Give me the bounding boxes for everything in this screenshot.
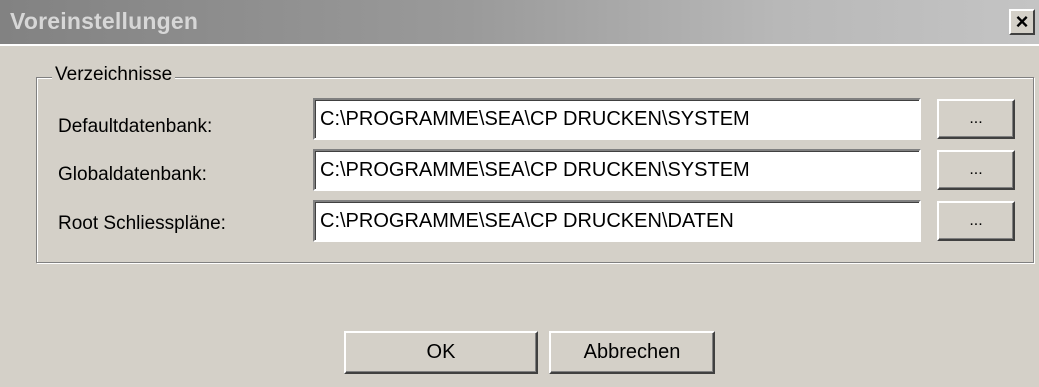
root-lockplans-label: Root Schliesspläne: bbox=[58, 213, 226, 234]
global-database-browse-button[interactable]: ... bbox=[937, 150, 1015, 190]
default-database-browse-button[interactable]: ... bbox=[937, 99, 1015, 139]
global-database-label: Globaldatenbank: bbox=[58, 164, 207, 185]
default-database-label: Defaultdatenbank: bbox=[58, 116, 213, 137]
title-separator bbox=[0, 44, 1039, 46]
close-icon: × bbox=[1015, 9, 1029, 34]
window-title: Voreinstellungen bbox=[10, 8, 199, 34]
title-bar[interactable]: Voreinstellungen × bbox=[0, 0, 1039, 44]
close-button[interactable]: × bbox=[1009, 9, 1035, 35]
root-lockplans-field[interactable]: C:\PROGRAMME\SEA\CP DRUCKEN\DATEN bbox=[313, 200, 921, 242]
default-database-field[interactable]: C:\PROGRAMME\SEA\CP DRUCKEN\SYSTEM bbox=[313, 98, 921, 140]
ok-button[interactable]: OK bbox=[344, 331, 538, 374]
cancel-button[interactable]: Abbrechen bbox=[549, 331, 715, 374]
root-lockplans-browse-button[interactable]: ... bbox=[937, 201, 1015, 241]
preferences-dialog: Voreinstellungen × Verzeichnisse Default… bbox=[0, 0, 1039, 387]
global-database-field[interactable]: C:\PROGRAMME\SEA\CP DRUCKEN\SYSTEM bbox=[313, 149, 921, 191]
directories-group-label: Verzeichnisse bbox=[52, 64, 176, 86]
